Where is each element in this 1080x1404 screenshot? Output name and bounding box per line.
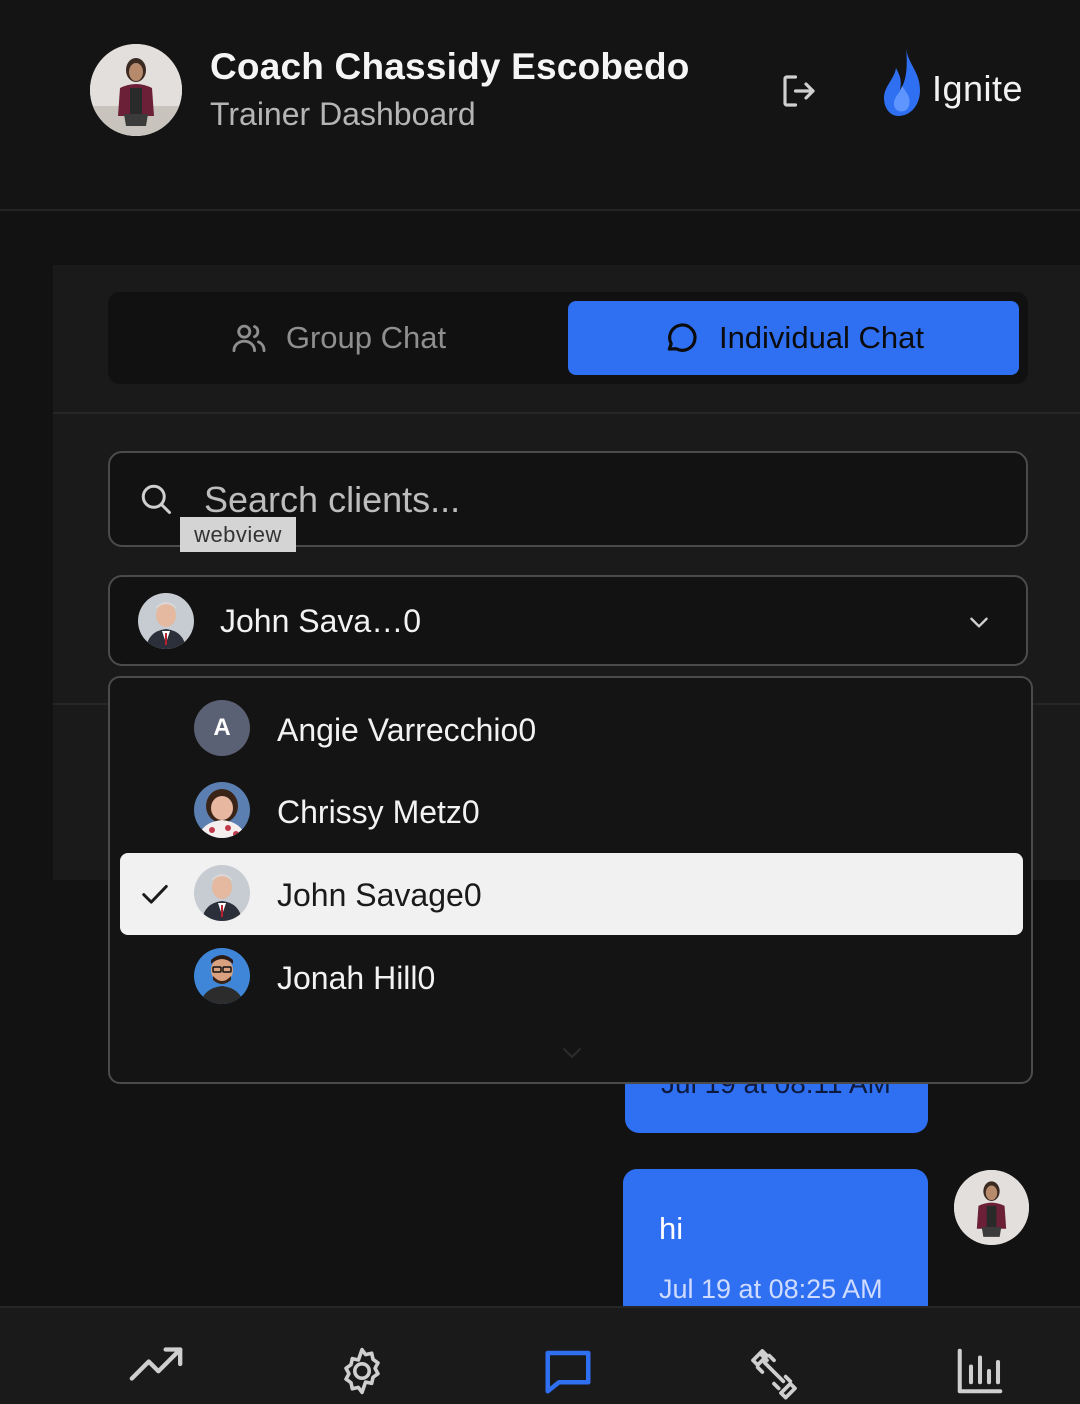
check-icon — [142, 885, 168, 904]
tab-group-chat[interactable]: Group Chat — [118, 301, 558, 375]
client-option-label: Chrissy Metz0 — [277, 794, 480, 830]
nav-chat[interactable] — [538, 1344, 598, 1404]
client-avatar — [194, 782, 250, 838]
search-icon — [141, 484, 171, 514]
nav-settings[interactable] — [332, 1344, 392, 1404]
chat-bubble-icon — [667, 323, 697, 352]
dumbbell-icon — [751, 1349, 797, 1400]
client-avatar — [194, 948, 250, 1004]
client-option-john[interactable]: John Savage0 — [120, 853, 1023, 935]
client-option-label: John Savage0 — [277, 877, 482, 913]
nav-progress[interactable] — [126, 1344, 186, 1404]
trending-up-icon — [129, 1347, 183, 1381]
nav-workouts[interactable] — [744, 1344, 804, 1404]
sender-avatar — [954, 1170, 1029, 1245]
scroll-down-chevron-icon[interactable] — [560, 1044, 584, 1062]
chat-icon — [545, 1350, 591, 1394]
client-select[interactable]: John Sava…0 — [108, 575, 1028, 666]
gear-icon — [344, 1347, 380, 1395]
coach-name: Coach Chassidy Escobedo — [210, 46, 690, 87]
nav-analytics[interactable] — [950, 1344, 1010, 1404]
bar-chart-icon — [957, 1348, 1003, 1394]
selected-client-name: John Sava…0 — [220, 603, 422, 639]
tab-label: Group Chat — [285, 320, 447, 355]
tab-individual-chat[interactable]: Individual Chat — [568, 301, 1019, 375]
users-icon — [232, 324, 266, 353]
client-dropdown-menu: A Angie Varrecchio0 Chrissy Metz0 John S… — [108, 676, 1033, 1084]
app-header: Coach Chassidy Escobedo Trainer Dashboar… — [0, 0, 1080, 211]
chevron-down-icon — [970, 617, 988, 628]
flame-icon — [884, 48, 920, 116]
coach-avatar[interactable] — [90, 44, 182, 136]
message-time: Jul 19 at 08:25 AM — [659, 1274, 883, 1304]
search-input[interactable] — [204, 475, 1004, 525]
logout-button[interactable] — [778, 70, 820, 112]
chat-mode-tabs: Group Chat Individual Chat — [108, 292, 1028, 384]
client-option-label: Jonah Hill0 — [277, 960, 436, 996]
client-option-chrissy[interactable]: Chrissy Metz0 — [120, 770, 1023, 852]
selected-client-avatar — [138, 593, 194, 649]
bottom-navigation — [0, 1306, 1080, 1404]
message-text: hi — [659, 1211, 684, 1246]
divider — [53, 412, 1080, 414]
ignite-logo: Ignite — [880, 46, 1040, 118]
tab-label: Individual Chat — [718, 320, 925, 355]
client-avatar: A — [194, 700, 250, 756]
logout-icon — [783, 75, 815, 107]
client-avatar — [194, 865, 250, 921]
client-option-angie[interactable]: A Angie Varrecchio0 — [120, 688, 1023, 770]
message-bubble: hi Jul 19 at 08:25 AM — [623, 1169, 928, 1309]
webview-tag: webview — [180, 517, 296, 552]
client-option-jonah[interactable]: Jonah Hill0 — [120, 936, 1023, 1018]
dashboard-subtitle: Trainer Dashboard — [210, 96, 476, 132]
client-option-label: Angie Varrecchio0 — [277, 712, 537, 748]
logo-text: Ignite — [932, 68, 1024, 109]
